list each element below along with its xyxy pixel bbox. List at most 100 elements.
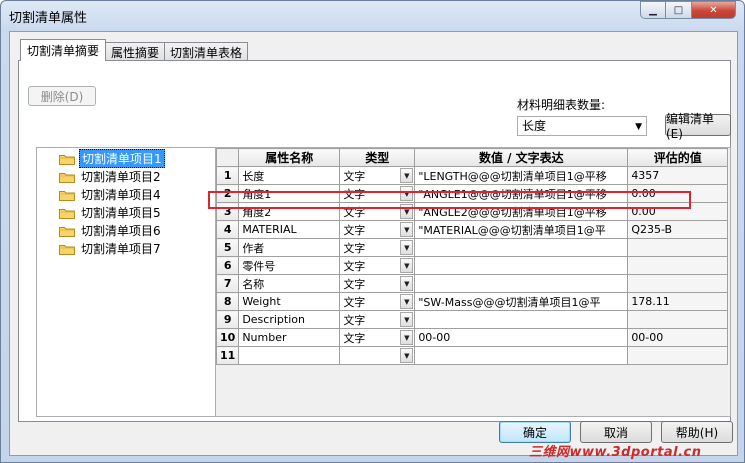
type-dropdown-button[interactable]: ▼ [400,276,414,291]
close-button[interactable]: ✕ [692,1,736,19]
property-name-cell[interactable]: 长度 [238,166,341,185]
row-number[interactable]: 9 [215,310,240,329]
type-cell[interactable]: ▼ [339,346,416,365]
row-number[interactable]: 5 [215,238,240,257]
dialog-client: 切割清单摘要 属性摘要 切割清单表格 删除(D) 材料明细表数量: 长度 ▼ 编… [9,31,738,456]
expression-cell[interactable]: 00-00 [414,328,629,347]
column-header-value[interactable]: 评估的值 [627,148,729,167]
row-number[interactable]: 1 [215,166,240,185]
ok-button[interactable]: 确定 [499,421,571,443]
type-dropdown-button[interactable]: ▼ [400,222,414,237]
tree-item[interactable]: 切割清单项目6 [59,222,163,239]
property-name-cell[interactable]: Number [238,328,341,347]
property-name-cell[interactable]: Description [238,310,341,329]
bom-count-select[interactable]: 长度 ▼ [517,116,647,136]
property-name-cell[interactable]: 角度2 [238,202,341,221]
tree-item[interactable]: 切割清单项目1 [59,149,165,168]
edit-list-button[interactable]: 编辑清单(E) [665,112,731,141]
property-name-cell-text: Number [242,331,287,344]
type-dropdown-button[interactable]: ▼ [400,312,414,327]
property-name-cell[interactable]: 角度1 [238,184,341,203]
expression-cell[interactable]: "ANGLE1@@@切割清单项目1@平移 [414,184,629,203]
table-row[interactable]: 9 Description 文字 ▼ [215,310,729,329]
row-number[interactable]: 8 [215,292,240,311]
tree-item[interactable]: 切割清单项目7 [59,240,163,257]
type-cell[interactable]: 文字 ▼ [339,292,416,311]
property-name-cell[interactable]: Weight [238,292,341,311]
evaluated-value-cell: 0.00 [627,202,729,221]
property-name-cell[interactable]: MATERIAL [238,220,341,239]
row-number[interactable]: 6 [215,256,240,275]
expression-cell[interactable] [414,310,629,329]
property-name-cell[interactable]: 名称 [238,274,341,293]
expression-cell[interactable] [414,238,629,257]
folder-icon [59,207,75,219]
expression-cell[interactable] [414,274,629,293]
type-cell[interactable]: 文字 ▼ [339,310,416,329]
table-row[interactable]: 8 Weight 文字 ▼ "SW-Mass@@@切割清单项目1@平 178.11 [215,292,729,311]
folder-icon [59,171,75,183]
folder-icon [59,153,75,165]
table-row[interactable]: 5 作者 文字 ▼ [215,238,729,257]
minimize-button[interactable]: ▁ [640,1,666,19]
expression-cell[interactable]: "ANGLE2@@@切割清单项目1@平移 [414,202,629,221]
tree-item[interactable]: 切割清单项目5 [59,204,163,221]
expression-cell[interactable]: "LENGTH@@@切割清单项目1@平移 [414,166,629,185]
column-header-name[interactable]: 属性名称 [238,148,341,167]
table-row[interactable]: 1 长度 文字 ▼ "LENGTH@@@切割清单项目1@平移 4357 [215,166,729,185]
type-cell-text: 文字 [343,241,366,255]
type-dropdown-button[interactable]: ▼ [400,240,414,255]
type-cell[interactable]: 文字 ▼ [339,256,416,275]
type-cell[interactable]: 文字 ▼ [339,274,416,293]
table-row[interactable]: 11 ▼ [215,346,729,365]
type-cell[interactable]: 文字 ▼ [339,328,416,347]
tab-property-summary[interactable]: 属性摘要 [105,42,166,61]
type-dropdown-button[interactable]: ▼ [400,330,414,345]
type-cell[interactable]: 文字 ▼ [339,184,416,203]
type-dropdown-button[interactable]: ▼ [400,294,414,309]
table-row[interactable]: 6 零件号 文字 ▼ [215,256,729,275]
property-name-cell[interactable] [238,346,341,365]
delete-button[interactable]: 删除(D) [28,86,96,106]
cancel-button[interactable]: 取消 [580,421,652,443]
row-number[interactable]: 3 [215,202,240,221]
tree-item[interactable]: 切割清单项目4 [59,186,163,203]
expression-cell[interactable]: "SW-Mass@@@切割清单项目1@平 [414,292,629,311]
expression-cell[interactable] [414,256,629,275]
row-number[interactable]: 10 [215,328,240,347]
cut-list-tree[interactable]: 切割清单项目1 切割清单项目2 切割清单项目4 切割清单项目5 切割清单项目6 [36,147,216,417]
help-button[interactable]: 帮助(H) [661,421,733,443]
type-cell[interactable]: 文字 ▼ [339,220,416,239]
column-header-type[interactable]: 类型 [339,148,416,167]
row-number[interactable]: 4 [215,220,240,239]
property-name-cell[interactable]: 作者 [238,238,341,257]
tab-cut-list-table[interactable]: 切割清单表格 [164,42,249,61]
expression-cell[interactable]: "MATERIAL@@@切割清单项目1@平 [414,220,629,239]
row-number-text: 7 [223,277,232,290]
type-cell[interactable]: 文字 ▼ [339,202,416,221]
type-cell-text: 文字 [343,331,366,345]
table-row[interactable]: 3 角度2 文字 ▼ "ANGLE2@@@切割清单项目1@平移 0.00 [215,202,729,221]
table-row[interactable]: 4 MATERIAL 文字 ▼ "MATERIAL@@@切割清单项目1@平 Q235-B [215,220,729,239]
row-number[interactable]: 7 [215,274,240,293]
row-number[interactable]: 2 [215,184,240,203]
tree-item[interactable]: 切割清单项目2 [59,168,163,185]
maximize-button[interactable]: □ [666,1,692,19]
table-row[interactable]: 2 角度1 文字 ▼ "ANGLE1@@@切割清单项目1@平移 0.00 [215,184,729,203]
table-row[interactable]: 10 Number 文字 ▼ 00-00 00-00 [215,328,729,347]
column-header-expression[interactable]: 数值 / 文字表达 [414,148,629,167]
type-dropdown-button[interactable]: ▼ [400,168,414,183]
property-name-cell[interactable]: 零件号 [238,256,341,275]
evaluated-value-cell [627,346,729,365]
expression-cell[interactable] [414,346,629,365]
type-dropdown-button[interactable]: ▼ [400,258,414,273]
tab-cut-list-summary[interactable]: 切割清单摘要 [20,39,107,61]
type-cell[interactable]: 文字 ▼ [339,238,416,257]
bom-count-value: 长度 [522,119,547,133]
type-dropdown-button[interactable]: ▼ [400,204,414,219]
row-number[interactable]: 11 [215,346,240,365]
type-dropdown-button[interactable]: ▼ [400,186,414,201]
type-cell[interactable]: 文字 ▼ [339,166,416,185]
table-row[interactable]: 7 名称 文字 ▼ [215,274,729,293]
type-dropdown-button[interactable]: ▼ [400,348,414,363]
